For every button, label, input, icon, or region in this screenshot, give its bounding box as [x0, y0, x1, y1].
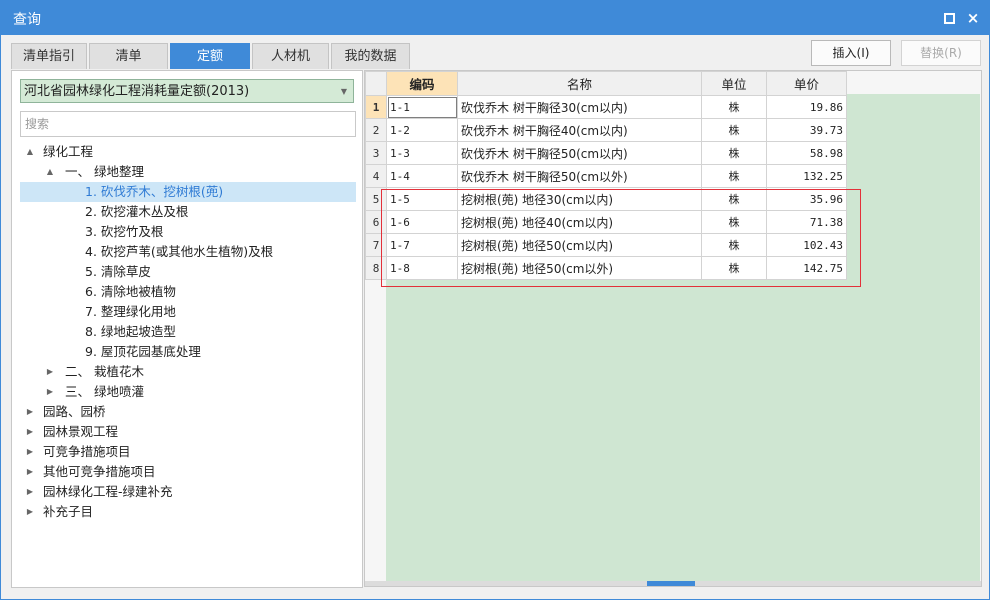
table-row[interactable]: 4 1-4 砍伐乔木 树干胸径50(cm以外) 株 132.25 [365, 164, 847, 188]
table-row[interactable]: 1 1-1 砍伐乔木 树干胸径30(cm以内) 株 19.86 [365, 95, 847, 119]
tree-node-label: 园林景观工程 [43, 424, 119, 439]
tab-labor-material[interactable]: 人材机 [252, 43, 329, 69]
price-cell[interactable]: 39.73 [766, 118, 847, 142]
unit-cell[interactable]: 株 [701, 118, 767, 142]
insert-button[interactable]: 插入(I) [811, 40, 891, 66]
tree-node-landscape[interactable]: ▶ 园林景观工程 [20, 422, 358, 442]
tree-node-item-5[interactable]: 5. 清除草皮 [20, 262, 358, 282]
library-select-value: 河北省园林绿化工程消耗量定额(2013) [24, 84, 250, 99]
price-cell[interactable]: 19.86 [766, 95, 847, 119]
tree-node-label: 可竞争措施项目 [43, 444, 131, 459]
collapsed-icon[interactable]: ▶ [25, 422, 35, 442]
tree-node-label: 9. 屋顶花园基底处理 [85, 344, 201, 359]
price-cell[interactable]: 132.25 [766, 164, 847, 188]
code-cell[interactable]: 1-2 [386, 118, 458, 142]
row-number[interactable]: 2 [365, 118, 387, 142]
column-header-name[interactable]: 名称 [457, 71, 702, 96]
table-row[interactable]: 2 1-2 砍伐乔木 树干胸径40(cm以内) 株 39.73 [365, 118, 847, 142]
tree-node-roads-bridges[interactable]: ▶ 园路、园桥 [20, 402, 358, 422]
tree-node-label: 一、 绿地整理 [65, 164, 144, 179]
name-cell[interactable]: 砍伐乔木 树干胸径50(cm以外) [457, 164, 702, 188]
quota-grid-area: 编码 名称 单位 单价 1 1-1 砍伐乔木 树干胸径30(cm以内) 株 19… [364, 70, 982, 587]
tree-node-label: 6. 清除地被植物 [85, 284, 176, 299]
tree-node-other-measures[interactable]: ▶ 其他可竞争措施项目 [20, 462, 358, 482]
horizontal-scrollbar[interactable] [365, 581, 981, 586]
tree-node-item-6[interactable]: 6. 清除地被植物 [20, 282, 358, 302]
title-bar[interactable]: 查询 × [1, 1, 989, 35]
tree-node-label: 4. 砍挖芦苇(或其他水生植物)及根 [85, 244, 274, 259]
corner-cell[interactable] [365, 71, 387, 96]
tab-quota[interactable]: 定额 [170, 43, 250, 69]
tree-node-irrigation[interactable]: ▶ 三、 绿地喷灌 [20, 382, 358, 402]
collapsed-icon[interactable]: ▶ [45, 382, 55, 402]
row-number[interactable]: 3 [365, 141, 387, 165]
tree-node-label: 补充子目 [43, 504, 94, 519]
tab-list[interactable]: 清单 [89, 43, 168, 69]
collapsed-icon[interactable]: ▶ [25, 402, 35, 422]
code-cell[interactable]: 1-3 [386, 141, 458, 165]
collapsed-icon[interactable]: ▶ [25, 502, 35, 522]
tab-my-data[interactable]: 我的数据 [331, 43, 410, 69]
tree-node-label: 8. 绿地起坡造型 [85, 324, 176, 339]
tree-node-competitive-measures[interactable]: ▶ 可竞争措施项目 [20, 442, 358, 462]
query-dialog: 查询 × 清单指引 清单 定额 人材机 我的数据 插入(I) 替换(R) 河北省… [0, 0, 990, 600]
row-number[interactable]: 1 [365, 95, 387, 119]
close-icon[interactable]: × [965, 10, 981, 26]
tree-node-label: 5. 清除草皮 [85, 264, 151, 279]
tree-node-item-4[interactable]: 4. 砍挖芦苇(或其他水生植物)及根 [20, 242, 358, 262]
tree-node-label: 园路、园桥 [43, 404, 106, 419]
row-number[interactable]: 4 [365, 164, 387, 188]
replace-button[interactable]: 替换(R) [901, 40, 981, 66]
tree-node-label: 2. 砍挖灌木丛及根 [85, 204, 189, 219]
library-select[interactable]: 河北省园林绿化工程消耗量定额(2013) ▼ [20, 79, 354, 103]
unit-cell[interactable]: 株 [701, 141, 767, 165]
chevron-down-icon: ▼ [340, 87, 347, 96]
name-cell[interactable]: 砍伐乔木 树干胸径40(cm以内) [457, 118, 702, 142]
tree-node-item-7[interactable]: 7. 整理绿化用地 [20, 302, 358, 322]
tree-node-item-9[interactable]: 9. 屋顶花园基底处理 [20, 342, 358, 362]
name-cell[interactable]: 砍伐乔木 树干胸径50(cm以内) [457, 141, 702, 165]
collapsed-icon[interactable]: ▶ [25, 482, 35, 502]
table-row[interactable]: 3 1-3 砍伐乔木 树干胸径50(cm以内) 株 58.98 [365, 141, 847, 165]
tree-node-label: 绿化工程 [43, 144, 94, 159]
dialog-title: 查询 [13, 12, 41, 28]
tree-node-label: 3. 砍挖竹及根 [85, 224, 164, 239]
collapsed-icon[interactable]: ▶ [25, 442, 35, 462]
column-header-code[interactable]: 编码 [386, 71, 458, 96]
expanded-icon[interactable]: ▲ [25, 142, 35, 162]
table-header-row: 编码 名称 单位 单价 [365, 71, 847, 96]
maximize-icon[interactable] [941, 10, 957, 26]
tree-node-greening[interactable]: ▲ 绿化工程 [20, 142, 358, 162]
unit-cell[interactable]: 株 [701, 95, 767, 119]
tree-node-label: 园林绿化工程-绿建补充 [43, 484, 173, 499]
code-cell[interactable]: 1-4 [386, 164, 458, 188]
unit-cell[interactable]: 株 [701, 164, 767, 188]
column-header-unit[interactable]: 单位 [701, 71, 767, 96]
left-panel: 河北省园林绿化工程消耗量定额(2013) ▼ ▲ 绿化工程 ▲ 一、 绿地整理 … [11, 70, 363, 588]
name-cell[interactable]: 砍伐乔木 树干胸径30(cm以内) [457, 95, 702, 119]
tree-node-supplementary[interactable]: ▶ 补充子目 [20, 502, 358, 522]
search-input[interactable] [20, 111, 356, 137]
tree-node-item-3[interactable]: 3. 砍挖竹及根 [20, 222, 358, 242]
price-cell[interactable]: 58.98 [766, 141, 847, 165]
column-header-price[interactable]: 单价 [766, 71, 847, 96]
tree-node-label: 二、 栽植花木 [65, 364, 144, 379]
tree-node-item-8[interactable]: 8. 绿地起坡造型 [20, 322, 358, 342]
tree-node-label: 三、 绿地喷灌 [65, 384, 144, 399]
tree-node-site-prep[interactable]: ▲ 一、 绿地整理 [20, 162, 358, 182]
highlight-annotation-box [381, 189, 861, 287]
tree-node-item-1[interactable]: 1. 砍伐乔木、挖树根(蔸) [20, 182, 356, 202]
code-cell[interactable]: 1-1 [386, 95, 458, 119]
tree-node-planting[interactable]: ▶ 二、 栽植花木 [20, 362, 358, 382]
collapsed-icon[interactable]: ▶ [45, 362, 55, 382]
collapsed-icon[interactable]: ▶ [25, 462, 35, 482]
tree-node-label: 其他可竞争措施项目 [43, 464, 156, 479]
scrollbar-thumb[interactable] [647, 581, 695, 586]
expanded-icon[interactable]: ▲ [45, 162, 55, 182]
tree-node-green-building[interactable]: ▶ 园林绿化工程-绿建补充 [20, 482, 358, 502]
tree-node-label: 7. 整理绿化用地 [85, 304, 176, 319]
tree-node-label: 1. 砍伐乔木、挖树根(蔸) [85, 184, 224, 199]
tab-list-guide[interactable]: 清单指引 [11, 43, 87, 69]
tree-node-item-2[interactable]: 2. 砍挖灌木丛及根 [20, 202, 358, 222]
